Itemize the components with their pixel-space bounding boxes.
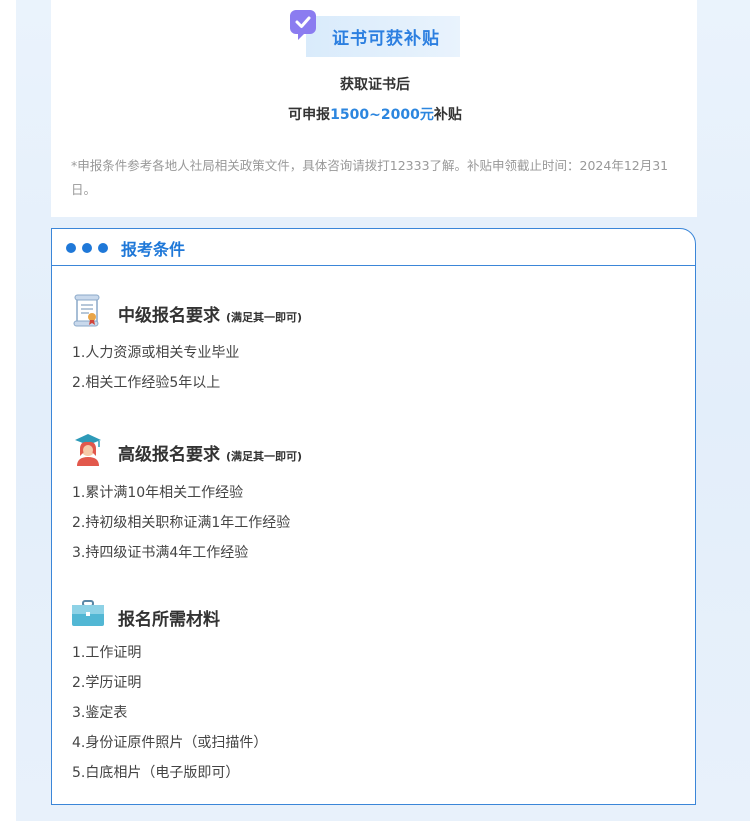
subsidy-line-2: 可申报1500~2000元补贴 [0, 104, 750, 124]
list-item: 1.人力资源或相关专业毕业 [72, 345, 240, 361]
list-item: 3.鉴定表 [72, 705, 128, 721]
policy-note: *申报条件参考各地人社局相关政策文件，具体咨询请拨打12333了解。补贴申领截止… [71, 158, 669, 197]
list-item: 2.学历证明 [72, 675, 142, 691]
section-title-text: 报名所需材料 [118, 610, 220, 630]
graduate-avatar-icon [75, 434, 101, 466]
subsidy-line-2-suffix: 补贴 [433, 107, 462, 123]
section-note: (满足其一即可) [226, 311, 303, 324]
section-title-advanced: 高级报名要求 (满足其一即可) [118, 440, 302, 465]
subsidy-line-1: 获取证书后 [340, 77, 410, 93]
section-title-text: 中级报名要求 [118, 306, 220, 326]
header-dot-icon [66, 243, 76, 253]
subsidy-line-2-prefix: 可申报 [288, 107, 331, 123]
requirements-title: 报考条件 [121, 240, 186, 259]
section-title-text: 高级报名要求 [118, 445, 220, 465]
list-item: 5.白底相片（电子版即可） [72, 765, 240, 781]
list-item: 2.相关工作经验5年以上 [72, 375, 221, 391]
list-item: 2.持初级相关职称证满1年工作经验 [72, 515, 291, 531]
check-badge-icon [290, 10, 316, 40]
list-item: 4.身份证原件照片（或扫描件） [72, 735, 268, 751]
subsidy-amount: 1500~2000元 [330, 107, 434, 123]
certificate-scroll-icon [73, 294, 100, 327]
requirements-header: 报考条件 [52, 229, 695, 266]
section-title-intermediate: 中级报名要求 (满足其一即可) [118, 301, 302, 326]
list-item: 1.工作证明 [72, 645, 142, 661]
briefcase-icon [72, 600, 104, 626]
header-dot-icon [98, 243, 108, 253]
list-item: 3.持四级证书满4年工作经验 [72, 545, 249, 561]
list-item: 1.累计满10年相关工作经验 [72, 485, 244, 501]
subsidy-badge-label: 证书可获补贴 [332, 29, 440, 49]
header-dot-icon [82, 243, 92, 253]
section-note: (满足其一即可) [226, 450, 303, 463]
section-title-materials: 报名所需材料 [118, 605, 220, 630]
